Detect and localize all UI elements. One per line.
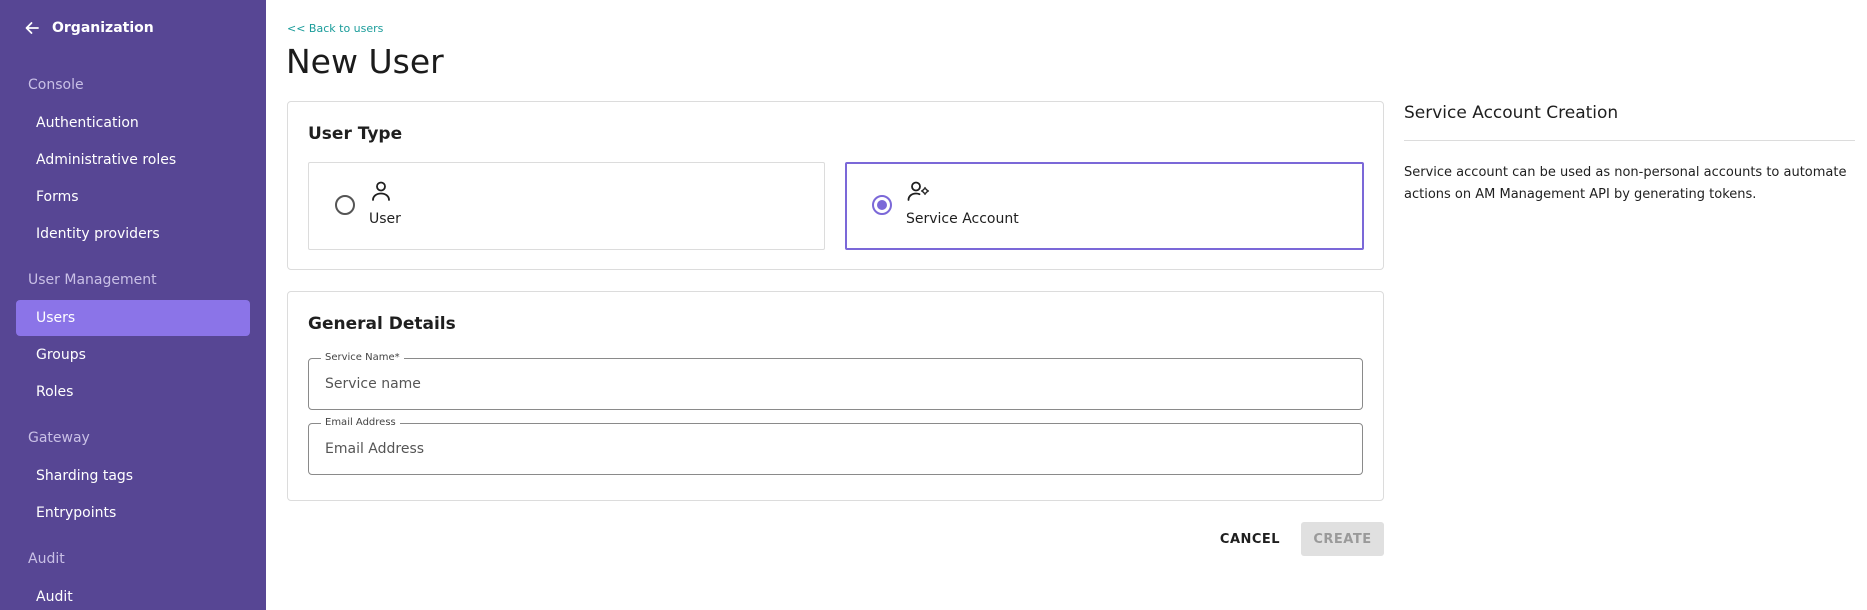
email-address-field: Email Address — [308, 417, 1363, 475]
arrow-left-icon — [25, 22, 39, 34]
service-account-option-label: Service Account — [906, 211, 1019, 227]
app-root: Organization Console Authentication Admi… — [0, 0, 1867, 610]
user-option-label: User — [369, 211, 401, 227]
sidebar-section-user-management: User Management — [28, 272, 157, 288]
back-to-organization-label: Organization — [52, 20, 154, 36]
sidebar-section-console: Console — [28, 77, 84, 93]
service-account-radio[interactable] — [872, 195, 892, 215]
general-details-title: General Details — [308, 314, 456, 334]
page-title: New User — [286, 42, 444, 81]
user-type-option-user[interactable]: User — [308, 162, 825, 250]
create-button[interactable]: CREATE — [1301, 522, 1384, 556]
sidebar-item-users[interactable]: Users — [16, 300, 250, 336]
sidebar-item-groups[interactable]: Groups — [16, 337, 250, 373]
help-text: Service account can be used as non-perso… — [1404, 165, 1847, 202]
person-gear-icon — [907, 181, 930, 201]
sidebar-section-audit: Audit — [28, 551, 65, 567]
sidebar-item-roles[interactable]: Roles — [16, 374, 250, 410]
user-radio[interactable] — [335, 195, 355, 215]
sidebar: Organization Console Authentication Admi… — [0, 0, 266, 610]
help-divider — [1404, 140, 1855, 141]
sidebar-item-forms[interactable]: Forms — [16, 179, 250, 215]
service-name-field: Service Name* — [308, 352, 1363, 410]
help-title: Service Account Creation — [1404, 103, 1619, 123]
person-icon — [372, 181, 390, 201]
sidebar-item-authentication[interactable]: Authentication — [16, 105, 250, 141]
user-type-title: User Type — [308, 124, 403, 144]
back-to-users-link[interactable]: << Back to users — [287, 22, 383, 35]
sidebar-item-entrypoints[interactable]: Entrypoints — [16, 495, 250, 531]
user-type-option-service-account[interactable]: Service Account — [845, 162, 1364, 250]
cancel-button[interactable]: CANCEL — [1210, 522, 1290, 556]
general-details-card: General Details Service Name* Email Addr… — [287, 291, 1384, 501]
sidebar-section-gateway: Gateway — [28, 430, 90, 446]
sidebar-item-administrative-roles[interactable]: Administrative roles — [16, 142, 250, 178]
user-type-card: User Type User Service Account — [287, 101, 1384, 270]
sidebar-item-audit[interactable]: Audit — [16, 579, 250, 610]
service-name-input[interactable] — [325, 359, 1345, 409]
sidebar-item-sharding-tags[interactable]: Sharding tags — [16, 458, 250, 494]
sidebar-item-identity-providers[interactable]: Identity providers — [16, 216, 250, 252]
email-address-input[interactable] — [325, 424, 1345, 474]
back-to-organization-link[interactable]: Organization — [24, 20, 154, 36]
